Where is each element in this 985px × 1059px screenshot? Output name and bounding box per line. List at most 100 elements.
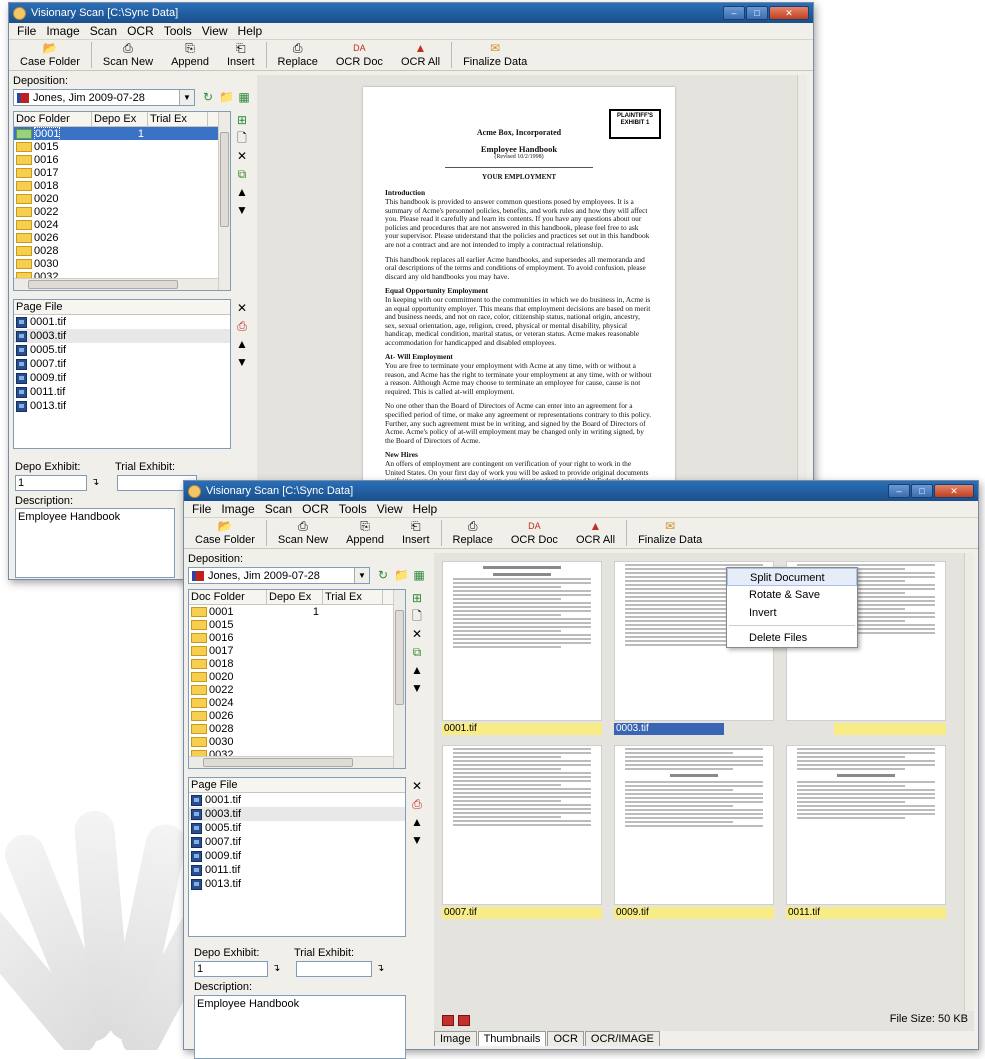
page-thumbnail[interactable] (442, 745, 602, 905)
horizontal-scrollbar[interactable] (189, 756, 393, 768)
thumbnail-size-large-icon[interactable] (458, 1015, 470, 1026)
ocr-doc-button[interactable]: DA OCR Doc (327, 42, 392, 70)
list-item[interactable]: 0024 (189, 696, 405, 709)
list-item[interactable]: 0009.tif (14, 371, 230, 385)
deposition-select[interactable]: Jones, Jim 2009-07-28 ▼ (13, 89, 195, 106)
list-item[interactable]: 0003.tif (189, 807, 405, 821)
menu-image[interactable]: Image (216, 502, 259, 516)
col-trial-ex[interactable]: Trial Ex (323, 590, 383, 604)
list-item[interactable]: 0018 (14, 179, 230, 192)
ocr-all-button[interactable]: ▲ OCR All (567, 520, 624, 548)
ocr-all-button[interactable]: ▲ OCR All (392, 42, 449, 70)
close-button[interactable]: ✕ (934, 484, 974, 498)
finalize-data-button[interactable]: ✉ Finalize Data (454, 42, 536, 70)
menu-ocr[interactable]: OCR (122, 24, 159, 38)
thumbnail-caption[interactable]: 0009.tif (614, 907, 774, 919)
list-item[interactable]: 0007.tif (14, 357, 230, 371)
col-doc-folder[interactable]: Doc Folder (14, 112, 92, 126)
thumbnail-caption[interactable]: 0003.tif (614, 723, 724, 735)
description-field[interactable]: Employee Handbook (194, 995, 406, 1059)
ocr-doc-button[interactable]: DA OCR Doc (502, 520, 567, 548)
list-item[interactable]: 0028 (189, 722, 405, 735)
thumbnails-view[interactable]: 0001.tif 0003.tif 0007.tif 0009.tif 0011… (434, 553, 974, 1031)
menu-scan[interactable]: Scan (85, 24, 122, 38)
list-item[interactable]: 0016 (189, 631, 405, 644)
minimize-button[interactable]: – (888, 484, 910, 498)
append-button[interactable]: ⎘ Append (337, 520, 393, 548)
move-down-icon[interactable]: ▼ (235, 355, 249, 369)
vertical-scrollbar[interactable] (393, 590, 405, 768)
doc-folder-list[interactable]: Doc Folder Depo Ex Trial Ex 0001 1 0015 0… (13, 111, 231, 291)
replace-button[interactable]: ⎙ Replace (444, 520, 502, 548)
grid-icon[interactable]: ▦ (412, 568, 426, 582)
thumbnail-caption[interactable] (834, 723, 946, 735)
list-item[interactable]: 0015 (14, 140, 230, 153)
maximize-button[interactable]: □ (746, 6, 768, 20)
list-item[interactable]: 0022 (189, 683, 405, 696)
page-file-list[interactable]: Page File 0001.tif 0003.tif 0005.tif 000… (13, 299, 231, 449)
new-document-icon[interactable]: 🗋 (410, 609, 424, 623)
delete-page-icon[interactable]: ✕ (410, 779, 424, 793)
new-folder-icon[interactable]: ⊞ (410, 591, 424, 605)
delete-page-icon[interactable]: ✕ (235, 301, 249, 315)
menu-help[interactable]: Help (233, 24, 268, 38)
list-item[interactable]: 0026 (189, 709, 405, 722)
menu-help[interactable]: Help (408, 502, 443, 516)
thumbnail-caption[interactable]: 0011.tif (786, 907, 946, 919)
list-item[interactable]: 0030 (14, 257, 230, 270)
menu-scan[interactable]: Scan (260, 502, 297, 516)
menu-image[interactable]: Image (41, 24, 84, 38)
list-item[interactable]: 0005.tif (14, 343, 230, 357)
new-document-icon[interactable]: 🗋 (235, 131, 249, 145)
enter-arrow-icon[interactable]: ↴ (91, 477, 99, 488)
append-button[interactable]: ⎘ Append (162, 42, 218, 70)
open-folder-icon[interactable]: 📁 (219, 90, 234, 104)
col-depo-ex[interactable]: Depo Ex (92, 112, 148, 126)
list-item[interactable]: 0028 (14, 244, 230, 257)
list-item[interactable]: 0017 (189, 644, 405, 657)
move-down-icon[interactable]: ▼ (410, 681, 424, 695)
list-item[interactable]: 0003.tif (14, 329, 230, 343)
col-page-file[interactable]: Page File (189, 778, 405, 792)
case-folder-button[interactable]: 📂 Case Folder (11, 42, 89, 70)
move-up-icon[interactable]: ▲ (410, 663, 424, 677)
list-item[interactable]: 0015 (189, 618, 405, 631)
delete-icon[interactable]: ✕ (235, 149, 249, 163)
page-thumbnail[interactable] (614, 745, 774, 905)
refresh-icon[interactable]: ↻ (376, 568, 390, 582)
list-item[interactable]: 0016 (14, 153, 230, 166)
depo-exhibit-input[interactable]: 1 (194, 961, 268, 977)
move-up-icon[interactable]: ▲ (235, 337, 249, 351)
insert-button[interactable]: ⎗ Insert (218, 42, 264, 70)
tab-ocr[interactable]: OCR (547, 1031, 584, 1046)
vertical-scrollbar[interactable] (964, 553, 974, 1011)
col-trial-ex[interactable]: Trial Ex (148, 112, 208, 126)
trial-exhibit-input[interactable] (296, 961, 372, 977)
col-doc-folder[interactable]: Doc Folder (189, 590, 267, 604)
list-item[interactable]: 0011.tif (189, 863, 405, 877)
pdf-icon[interactable]: ⎙ (410, 797, 424, 811)
menu-tools[interactable]: Tools (334, 502, 372, 516)
thumbnail-caption[interactable]: 0007.tif (442, 907, 602, 919)
list-item[interactable]: 0030 (189, 735, 405, 748)
scan-new-button[interactable]: ⎙ Scan New (94, 42, 162, 70)
page-file-list[interactable]: Page File 0001.tif 0003.tif 0005.tif 000… (188, 777, 406, 937)
deposition-select[interactable]: Jones, Jim 2009-07-28 ▼ (188, 567, 370, 584)
enter-arrow-icon[interactable]: ↴ (272, 963, 280, 974)
list-item[interactable]: 0018 (189, 657, 405, 670)
delete-icon[interactable]: ✕ (410, 627, 424, 641)
menu-file[interactable]: File (12, 24, 41, 38)
scan-new-button[interactable]: ⎙ Scan New (269, 520, 337, 548)
move-down-icon[interactable]: ▼ (235, 203, 249, 217)
thumbnail-size-small-icon[interactable] (442, 1015, 454, 1026)
thumbnail-caption[interactable]: 0001.tif (442, 723, 602, 735)
enter-arrow-icon[interactable]: ↴ (376, 963, 384, 974)
menu-file[interactable]: File (187, 502, 216, 516)
delete-files-menu-item[interactable]: Delete Files (727, 629, 857, 647)
move-down-icon[interactable]: ▼ (410, 833, 424, 847)
minimize-button[interactable]: – (723, 6, 745, 20)
list-item[interactable]: 0001.tif (14, 315, 230, 329)
list-item[interactable]: 0022 (14, 205, 230, 218)
list-item[interactable]: 0026 (14, 231, 230, 244)
split-document-menu-item[interactable]: Split Document (727, 568, 857, 586)
